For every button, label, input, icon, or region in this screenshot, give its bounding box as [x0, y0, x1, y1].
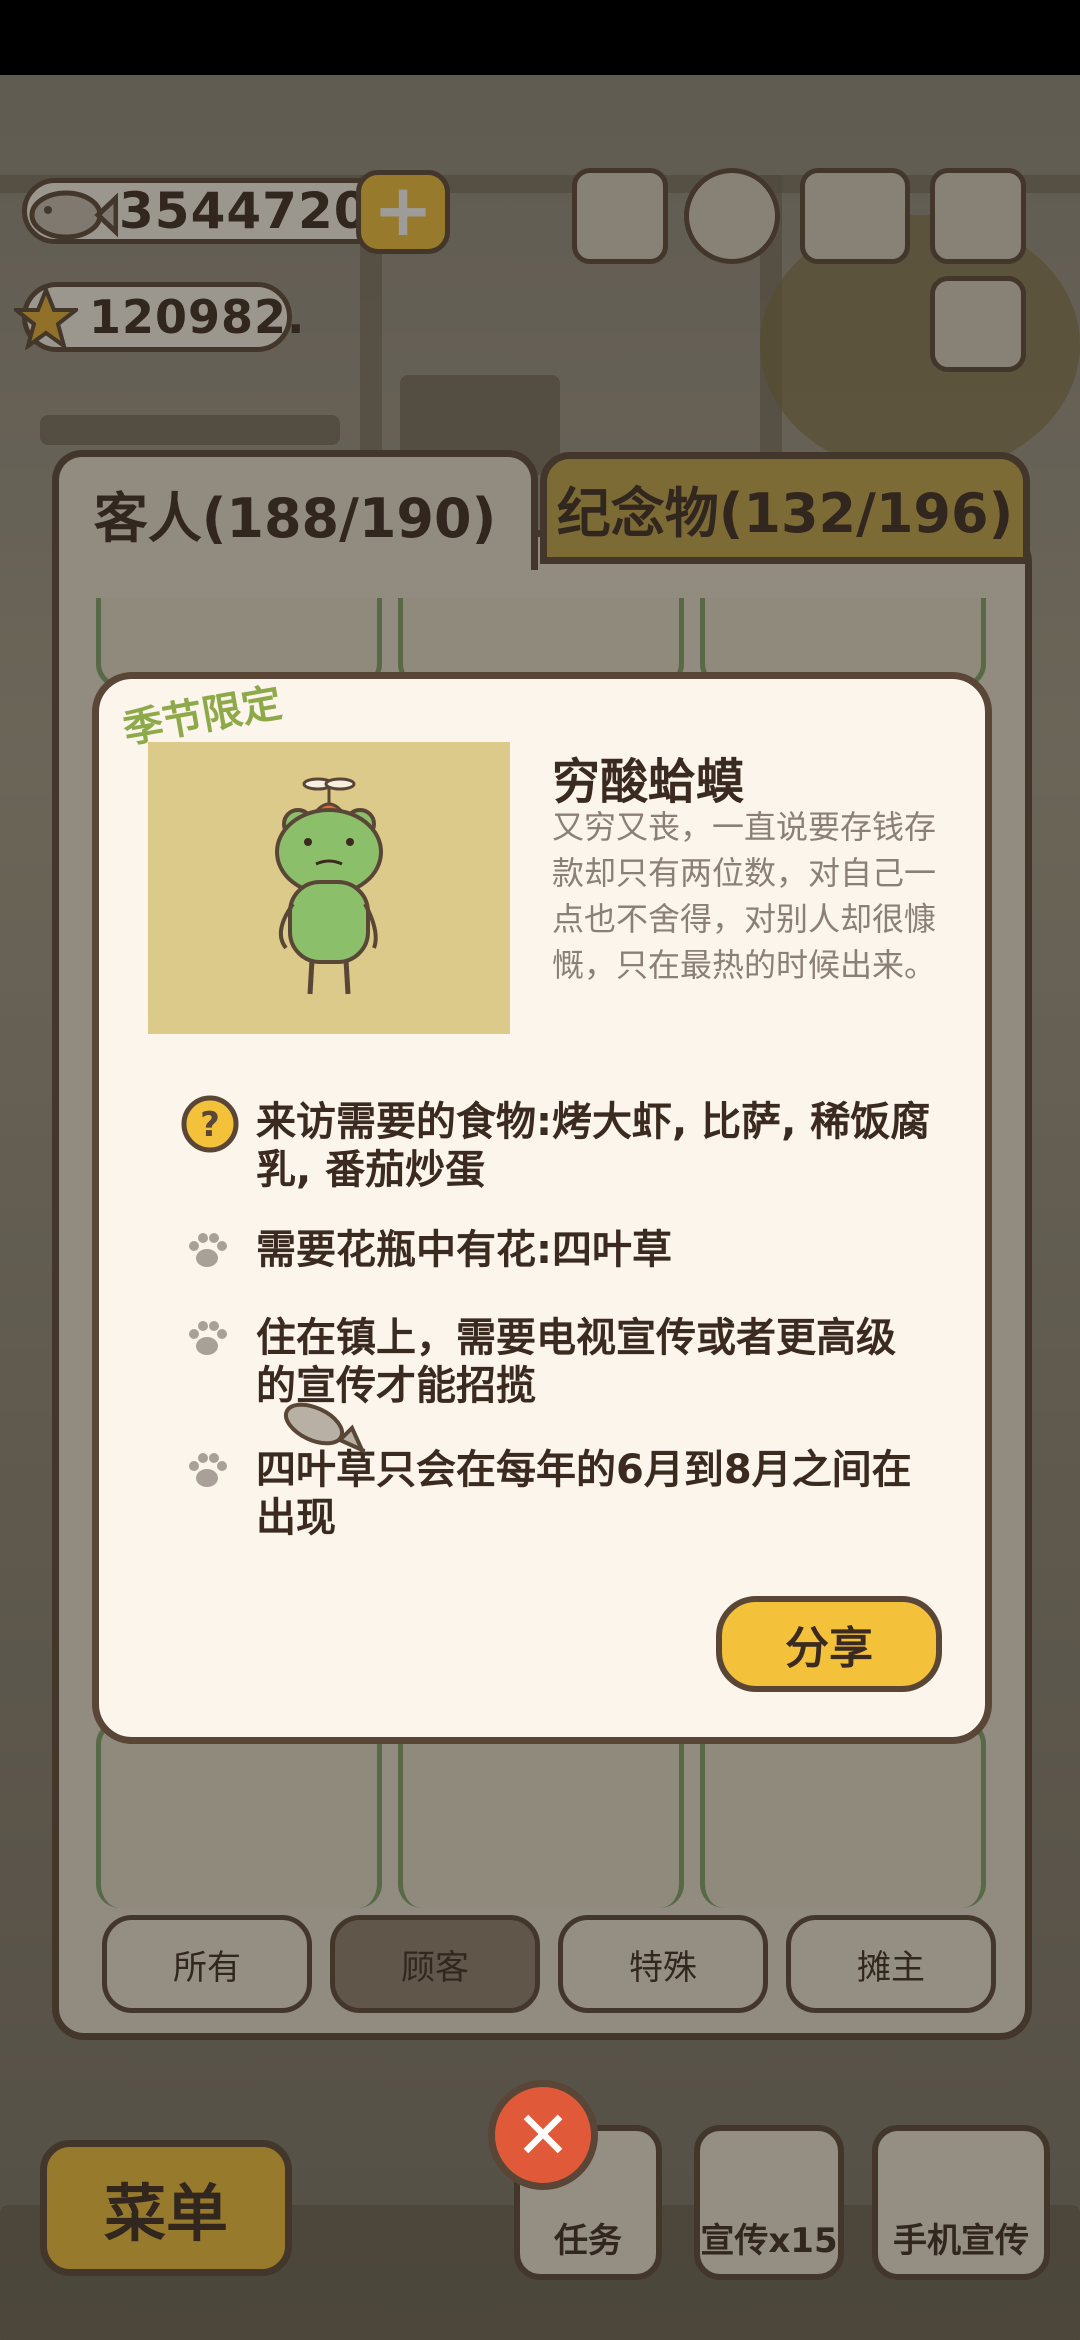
status-bar: [0, 0, 1080, 75]
close-dialog-button[interactable]: ✕: [488, 2080, 598, 2190]
paw-icon: [189, 1233, 227, 1267]
frog-character-icon: [275, 777, 383, 995]
guest-description: 又穷又丧，一直说要存钱存款却只有两位数，对自己一点也不舍得，对别人却很慷慨，只在…: [552, 808, 937, 984]
requirement-vase: 需要花瓶中有花:四叶草: [256, 1227, 672, 1273]
guest-portrait: [148, 742, 510, 1034]
requirement-food: 来访需要的食物:烤大虾, 比萨, 稀饭腐乳, 番茄炒蛋: [256, 1099, 931, 1193]
guest-name: 穷酸蛤蟆: [552, 754, 745, 810]
paw-icon: [189, 1453, 227, 1487]
svg-text:?: ?: [200, 1105, 220, 1145]
share-button[interactable]: 分享: [716, 1596, 942, 1692]
question-icon: ?: [181, 1095, 239, 1153]
paw-icon: [189, 1321, 227, 1355]
flying-fish-icon: [283, 1402, 367, 1455]
